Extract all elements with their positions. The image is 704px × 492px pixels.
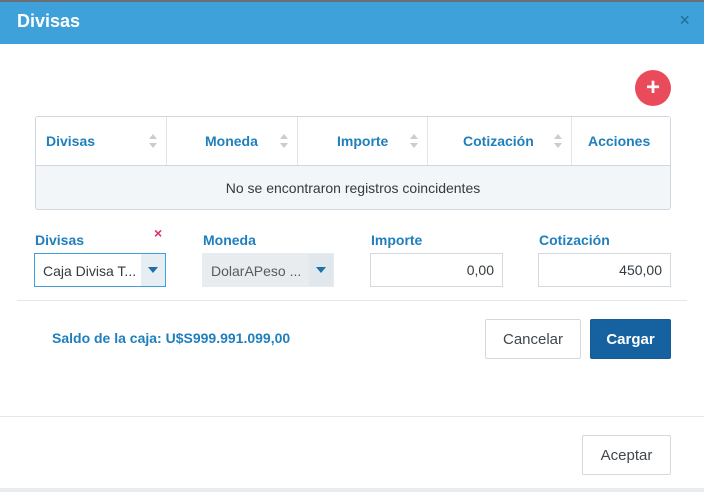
importe-label: Importe — [371, 232, 423, 248]
moneda-select[interactable]: DolarAPeso ... — [202, 253, 334, 287]
column-header-importe[interactable]: Importe — [298, 117, 428, 165]
column-header-cotizacion[interactable]: Cotización — [428, 117, 572, 165]
aceptar-button[interactable]: Aceptar — [582, 435, 671, 475]
chevron-down-icon — [309, 254, 333, 286]
footer-divider — [0, 416, 704, 417]
table-header: Divisas Moneda Importe Cotización Accion… — [36, 117, 670, 166]
divisas-select-value: Caja Divisa T... — [43, 263, 137, 279]
sort-icon — [149, 134, 157, 148]
sort-icon — [554, 134, 562, 148]
cotizacion-input[interactable]: 450,00 — [538, 253, 671, 287]
moneda-label: Moneda — [203, 232, 256, 248]
chevron-down-icon — [141, 254, 165, 286]
add-button[interactable]: + — [635, 70, 671, 106]
divisas-table: Divisas Moneda Importe Cotización Accion… — [35, 116, 671, 210]
importe-input[interactable]: 0,00 — [370, 253, 503, 287]
cargar-button[interactable]: Cargar — [590, 319, 671, 359]
cotizacion-label: Cotización — [539, 232, 610, 248]
empty-row: No se encontraron registros coincidentes — [36, 166, 670, 209]
remove-icon[interactable]: × — [154, 225, 162, 241]
divider — [17, 300, 687, 301]
column-header-moneda[interactable]: Moneda — [167, 117, 298, 165]
column-label: Moneda — [205, 133, 258, 149]
close-icon[interactable]: × — [679, 10, 690, 30]
divisas-select[interactable]: Caja Divisa T... — [34, 253, 166, 287]
cancel-button[interactable]: Cancelar — [485, 319, 581, 359]
divisas-modal: Divisas × + Divisas Moneda Importe Cotiz… — [0, 0, 704, 488]
modal-title: Divisas — [17, 11, 81, 31]
sort-icon — [280, 134, 288, 148]
modal-header: Divisas × — [0, 2, 704, 44]
divisas-label: Divisas — [35, 232, 85, 248]
moneda-select-value: DolarAPeso ... — [211, 263, 302, 279]
column-header-divisas[interactable]: Divisas — [36, 117, 167, 165]
plus-icon: + — [645, 74, 660, 101]
sort-icon — [410, 134, 418, 148]
column-label: Acciones — [588, 133, 651, 149]
saldo-caja: Saldo de la caja: U$S999.991.099,00 — [52, 330, 291, 346]
column-label: Importe — [337, 133, 389, 149]
column-label: Cotización — [463, 133, 534, 149]
column-label: Divisas — [46, 133, 96, 149]
column-header-acciones: Acciones — [572, 117, 670, 165]
